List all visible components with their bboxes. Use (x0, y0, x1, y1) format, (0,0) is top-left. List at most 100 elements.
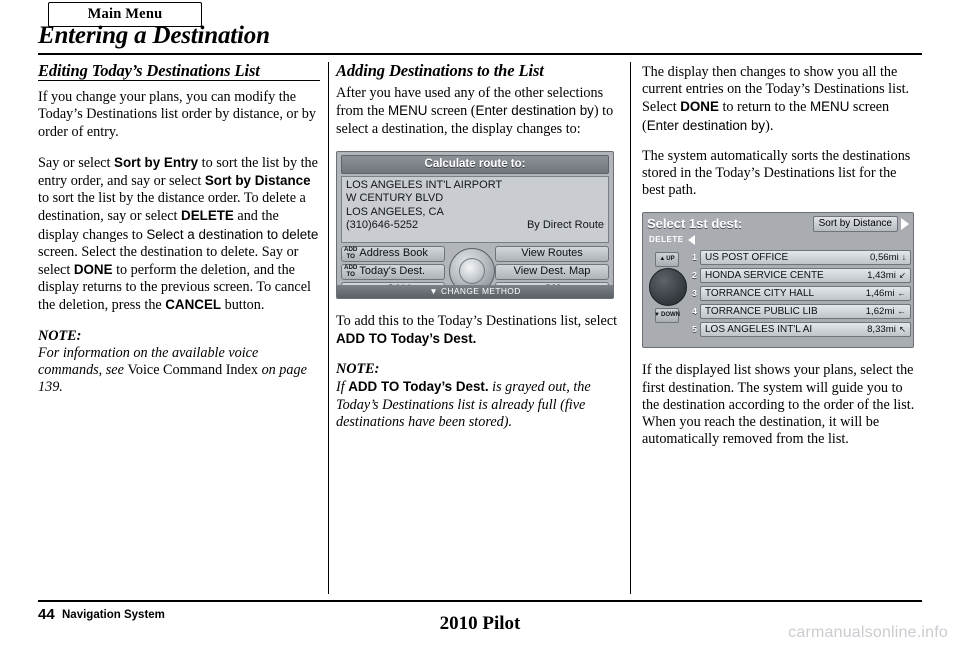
paragraph-c3-2: The system automatically sorts the desti… (642, 148, 922, 200)
address-line-1: LOS ANGELES INT'L AIRPORT (346, 178, 503, 191)
list-item[interactable]: 5 LOS ANGELES INT'L AI 8,33mi ↖ (689, 322, 911, 338)
list-item-distance: 1,43mi (867, 270, 896, 282)
screen-calc-address-box: LOS ANGELES INT'L AIRPORT W CENTURY BLVD… (341, 175, 609, 243)
screen-calc-title: Calculate route to: (341, 154, 609, 174)
down-label: DOWN (660, 311, 680, 318)
view-dest-map-label: View Dest. Map (513, 265, 591, 278)
list-item-distance: 0,56mi (869, 252, 899, 264)
c2note-if: If (336, 379, 349, 396)
change-method-bar[interactable]: ▼ CHANGE METHOD (337, 284, 613, 298)
note-label-c1: NOTE: (38, 327, 82, 344)
todays-dest-label: Today's Dest. (359, 265, 426, 278)
main-menu-tab-label: Main Menu (87, 6, 163, 22)
title-divider (38, 53, 922, 55)
note-body-c1: For information on the available voice c… (38, 345, 320, 397)
voice-command-index-ref: Voice Command Index (127, 362, 259, 379)
scroll-up-button[interactable]: ▲ UP (655, 251, 679, 267)
c3p3-text: If the displayed list shows your plans, … (642, 362, 915, 448)
list-item-button[interactable]: TORRANCE PUBLIC LIB 1,62mi ← (700, 304, 911, 320)
list-item-button[interactable]: TORRANCE CITY HALL 1,46mi ← (700, 286, 911, 302)
enter-destination-by-label: Enter destination by (475, 103, 594, 119)
destination-list: 1 US POST OFFICE 0,56mi ↓ 2 HONDA SERVIC… (689, 250, 911, 340)
column-divider-1 (328, 62, 329, 594)
done-label-c3: DONE (680, 99, 719, 115)
destination-list-area: ▲ UP ▼ DOWN 1 US POST OFFICE 0,56mi ↓ 2 … (647, 250, 911, 346)
add-to-address-book-button[interactable]: ADD TO Address Book (341, 245, 445, 262)
list-item[interactable]: 4 TORRANCE PUBLIC LIB 1,62mi ← (689, 304, 911, 320)
c1p2-m: button. (221, 297, 265, 314)
c1note-d: . (59, 379, 63, 396)
watermark: carmanualsonline.info (788, 624, 948, 641)
note-body-c2: If ADD TO Today’s Dest. is grayed out, t… (336, 378, 618, 431)
nav-screen-select-destination: Select 1st dest: Sort by Distance DELETE… (642, 212, 914, 349)
list-item[interactable]: 3 TORRANCE CITY HALL 1,46mi ← (689, 286, 911, 302)
sort-by-entry-label: Sort by Entry (114, 154, 199, 170)
list-item-index: 2 (692, 270, 697, 281)
done-label: DONE (73, 262, 113, 278)
up-arrow-icon: ▲ (659, 255, 666, 262)
list-item-distance: 1,46mi (865, 288, 895, 300)
page-title: Entering a Destination (38, 22, 270, 49)
delete-label: DELETE (181, 208, 234, 224)
footer-divider (38, 600, 922, 602)
direction-arrow-icon: ← (897, 306, 907, 317)
c2p1-c: screen ( (427, 103, 476, 120)
list-item-index: 3 (692, 288, 697, 299)
c1note-c: on page (258, 362, 307, 379)
route-type: By Direct Route (526, 219, 604, 232)
chevron-right-icon[interactable] (901, 217, 909, 230)
address-phone-route-row: (310)646-5252 By Direct Route (346, 219, 604, 233)
list-item-button[interactable]: US POST OFFICE 0,56mi ↓ (700, 250, 911, 266)
address-book-label: Address Book (359, 247, 428, 260)
add-to-todays-dest-button[interactable]: ADD TO Today's Dest. (341, 263, 445, 280)
note-label-c2: NOTE: (336, 361, 380, 378)
select-destination-to-delete-label: Select a destination to delete (146, 226, 319, 242)
up-label: UP (666, 255, 675, 262)
column-one: Editing Today’s Destinations List If you… (38, 62, 320, 408)
cancel-label: CANCEL (165, 297, 222, 313)
delete-button-label: DELETE (649, 235, 684, 245)
note-page-number: 139 (38, 379, 60, 396)
list-item-button[interactable]: HONDA SERVICE CENTE 1,43mi ↙ (700, 268, 911, 284)
list-item[interactable]: 2 HONDA SERVICE CENTE 1,43mi ↙ (689, 268, 911, 284)
direction-arrow-icon: ← (897, 288, 907, 299)
sort-by-distance-label: Sort by Distance (204, 173, 311, 189)
list-item-button[interactable]: LOS ANGELES INT'L AI 8,33mi ↖ (700, 322, 911, 338)
list-item-index: 5 (692, 324, 697, 335)
direction-arrow-icon: ↙ (898, 270, 906, 281)
list-item-index: 1 (692, 252, 697, 263)
list-item-distance: 8,33mi (867, 324, 896, 336)
c3p1-c: to return to the (718, 99, 810, 116)
screen-select-header: Select 1st dest: Sort by Distance (643, 213, 913, 232)
chevron-left-icon[interactable] (687, 235, 695, 246)
address-phone: (310)646-5252 (346, 219, 419, 232)
change-method-label: CHANGE METHOD (441, 285, 521, 296)
paragraph-c1-1-text: If you change your plans, you can modify… (38, 89, 316, 140)
menu-label: MENU (388, 103, 428, 119)
c3p1-g: ). (765, 117, 774, 134)
sort-by-distance-button[interactable]: Sort by Distance (812, 215, 898, 232)
view-routes-button[interactable]: View Routes (495, 245, 609, 262)
c3p2-text: The system automatically sorts the desti… (642, 147, 911, 199)
direction-arrow-icon: ↓ (901, 252, 906, 263)
list-item-name: TORRANCE CITY HALL (705, 288, 815, 300)
column-three: The display then changes to show you all… (642, 62, 922, 461)
paragraph-c2-2: To add this to the Today’s Destinations … (336, 313, 618, 348)
paragraph-c1-1: If you change your plans, you can modify… (38, 89, 320, 141)
column-divider-2 (630, 62, 631, 594)
chevron-down-icon: ▼ (429, 285, 439, 296)
address-line-2: W CENTURY BLVD (346, 192, 444, 205)
add-to-todays-dest-label: ADD TO Today’s Dest. (336, 331, 477, 347)
list-item-name: TORRANCE PUBLIC LIB (705, 306, 818, 318)
delete-control-row[interactable]: DELETE (643, 231, 913, 249)
paragraph-c3-1: The display then changes to show you all… (642, 64, 922, 135)
column-two: Adding Destinations to the List After yo… (336, 62, 618, 443)
add-to-prefix-icon-2: ADD TO (344, 264, 358, 278)
view-dest-map-button[interactable]: View Dest. Map (495, 263, 609, 280)
scroll-down-button[interactable]: ▼ DOWN (654, 307, 680, 323)
c1p2-a: Say or select (38, 154, 115, 171)
menu-label-c3: MENU (809, 99, 850, 115)
list-item[interactable]: 1 US POST OFFICE 0,56mi ↓ (689, 250, 911, 266)
nav-screen-calculate-route: Calculate route to: LOS ANGELES INT'L AI… (336, 150, 614, 299)
selector-knob[interactable] (649, 267, 687, 306)
